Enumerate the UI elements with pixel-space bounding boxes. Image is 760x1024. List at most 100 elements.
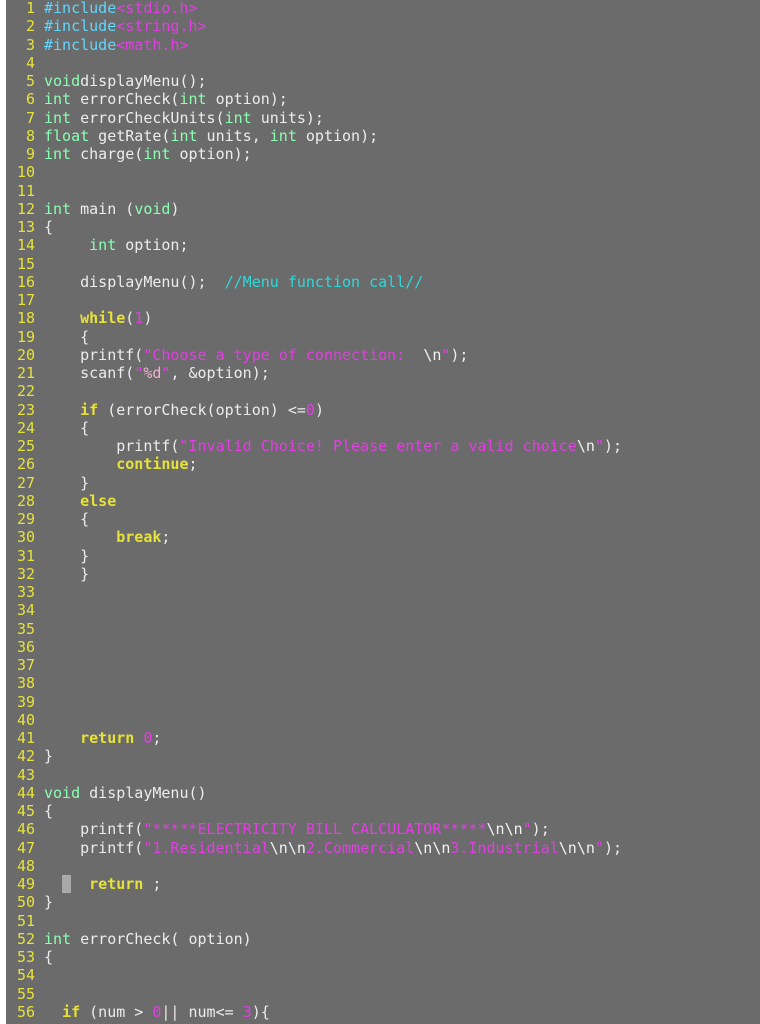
line-number: 8 [25, 126, 35, 145]
code-line[interactable]: 53 { [6, 948, 622, 966]
code-line[interactable]: 28 else [6, 492, 622, 510]
code-line[interactable]: 56 if (num > 0|| num<= 3){ [6, 1003, 622, 1021]
code-line[interactable]: 32 } [6, 565, 622, 583]
line-number: 32 [16, 564, 35, 583]
code-line[interactable]: 24 { [6, 419, 622, 437]
line-number: 10 [16, 163, 35, 182]
line-number: 35 [16, 619, 35, 638]
code-line[interactable]: 23 if (errorCheck(option) <=0) [6, 401, 622, 419]
code-line[interactable]: 33 [6, 583, 622, 601]
code-line[interactable]: 15 [6, 255, 622, 273]
line-number: 2 [25, 17, 35, 36]
code-line[interactable]: 39 [6, 693, 622, 711]
string-literal: "Choose a type of connection: [143, 345, 424, 364]
code-line[interactable]: 5 voiddisplayMenu(); [6, 72, 622, 90]
code-line[interactable]: 48 [6, 857, 622, 875]
code-line[interactable]: 7 int errorCheckUnits(int units); [6, 109, 622, 127]
escape-sequence: \n\n [558, 838, 595, 857]
code-line[interactable]: 34 [6, 601, 622, 619]
line-number: 7 [25, 108, 35, 127]
statement-keyword: continue [116, 455, 189, 474]
code-line[interactable]: 19 { [6, 328, 622, 346]
code-line[interactable]: 18 while(1) [6, 309, 622, 327]
line-number: 40 [16, 710, 35, 729]
code-line[interactable]: 30 break; [6, 528, 622, 546]
code-line[interactable]: 51 [6, 912, 622, 930]
code-text: ) [143, 309, 153, 328]
code-line[interactable]: 40 [6, 711, 622, 729]
code-line[interactable]: 42} [6, 747, 622, 765]
code-line[interactable]: 46 printf("*****ELECTRICITY BILL CALCULA… [6, 820, 622, 838]
code-line[interactable]: 50} [6, 893, 622, 911]
code-text: errorCheckUnits( [71, 108, 225, 127]
code-line[interactable]: 45 { [6, 802, 622, 820]
code-line[interactable]: 38 [6, 674, 622, 692]
code-text: charge( [71, 145, 144, 163]
code-line[interactable]: 17 [6, 291, 622, 309]
code-line[interactable]: 22 [6, 382, 622, 400]
code-line[interactable]: 49 return ; [6, 875, 622, 893]
code-line[interactable]: 25 printf("Invalid Choice! Please enter … [6, 437, 622, 455]
code-line[interactable]: 16 displayMenu(); //Menu function call// [6, 273, 622, 291]
line-number: 31 [16, 546, 35, 565]
line-number: 25 [16, 437, 35, 455]
code-line[interactable]: 11 [6, 182, 622, 200]
code-editor[interactable]: 1 #include<stdio.h> 2 #include<string.h> 3 #i… [6, 0, 760, 1024]
code-line[interactable]: 8 float getRate(int units, int option); [6, 127, 622, 145]
code-text: printf( [44, 838, 144, 857]
code-line[interactable]: 14 int option; [6, 236, 622, 254]
code-line[interactable]: 29 { [6, 510, 622, 528]
type-keyword: void [134, 199, 171, 218]
line-number: 21 [16, 364, 35, 382]
string-literal: " [134, 364, 144, 382]
code-line[interactable]: 55 [6, 985, 622, 1003]
line-number: 33 [16, 583, 35, 601]
code-line[interactable]: 3 #include<math.h> [6, 36, 622, 54]
code-line[interactable]: 44 void displayMenu() [6, 784, 622, 802]
code-line[interactable]: 52 int errorCheck( option) [6, 930, 622, 948]
code-line[interactable]: 12 int main (void) [6, 200, 622, 218]
code-line[interactable]: 54 [6, 966, 622, 984]
code-text: (errorCheck(option) <= [98, 400, 306, 419]
string-literal: <stdio.h> [116, 0, 198, 17]
comment: //Menu function call// [224, 272, 424, 291]
code-line[interactable]: 27 } [6, 474, 622, 492]
code-text: ); [531, 820, 550, 839]
code-line[interactable]: 21 scanf("%d", &option); [6, 364, 622, 382]
code-text: (num > [80, 1002, 153, 1021]
code-line[interactable]: 35 [6, 620, 622, 638]
code-line[interactable]: 20 printf("Choose a type of connection: … [6, 346, 622, 364]
line-number: 53 [16, 948, 35, 966]
code-line[interactable]: 4 [6, 54, 622, 72]
code-line[interactable]: 13 { [6, 218, 622, 236]
code-line[interactable]: 47 printf("1.Residential\n\n2.Commercial… [6, 839, 622, 857]
code-line[interactable]: 6 int errorCheck(int option); [6, 90, 622, 108]
code-line[interactable]: 37 [6, 656, 622, 674]
string-literal: " [594, 838, 604, 857]
code-text: errorCheck( option) [71, 929, 252, 948]
line-number: 42 [16, 747, 35, 766]
code-line[interactable]: 26 continue; [6, 455, 622, 473]
code-line[interactable]: 2 #include<string.h> [6, 17, 622, 35]
line-number: 14 [16, 236, 35, 255]
code-line[interactable]: 1 #include<stdio.h> [6, 0, 622, 17]
line-number: 36 [16, 637, 35, 656]
code-line[interactable]: 41 return 0; [6, 729, 622, 747]
string-literal: 2.Commercial [305, 838, 415, 857]
preprocessor-token: #include [44, 17, 117, 36]
code-text: scanf( [44, 364, 135, 382]
code-line[interactable]: 10 [6, 163, 622, 181]
code-text: { [44, 418, 90, 437]
line-number: 50 [16, 893, 35, 912]
statement-keyword: return [89, 875, 144, 893]
code-text: ); [603, 838, 622, 857]
code-line[interactable]: 9 int charge(int option); [6, 145, 622, 163]
code-line[interactable]: 36 [6, 638, 622, 656]
code-line[interactable]: 43 [6, 766, 622, 784]
code-line[interactable]: 31 } [6, 547, 622, 565]
